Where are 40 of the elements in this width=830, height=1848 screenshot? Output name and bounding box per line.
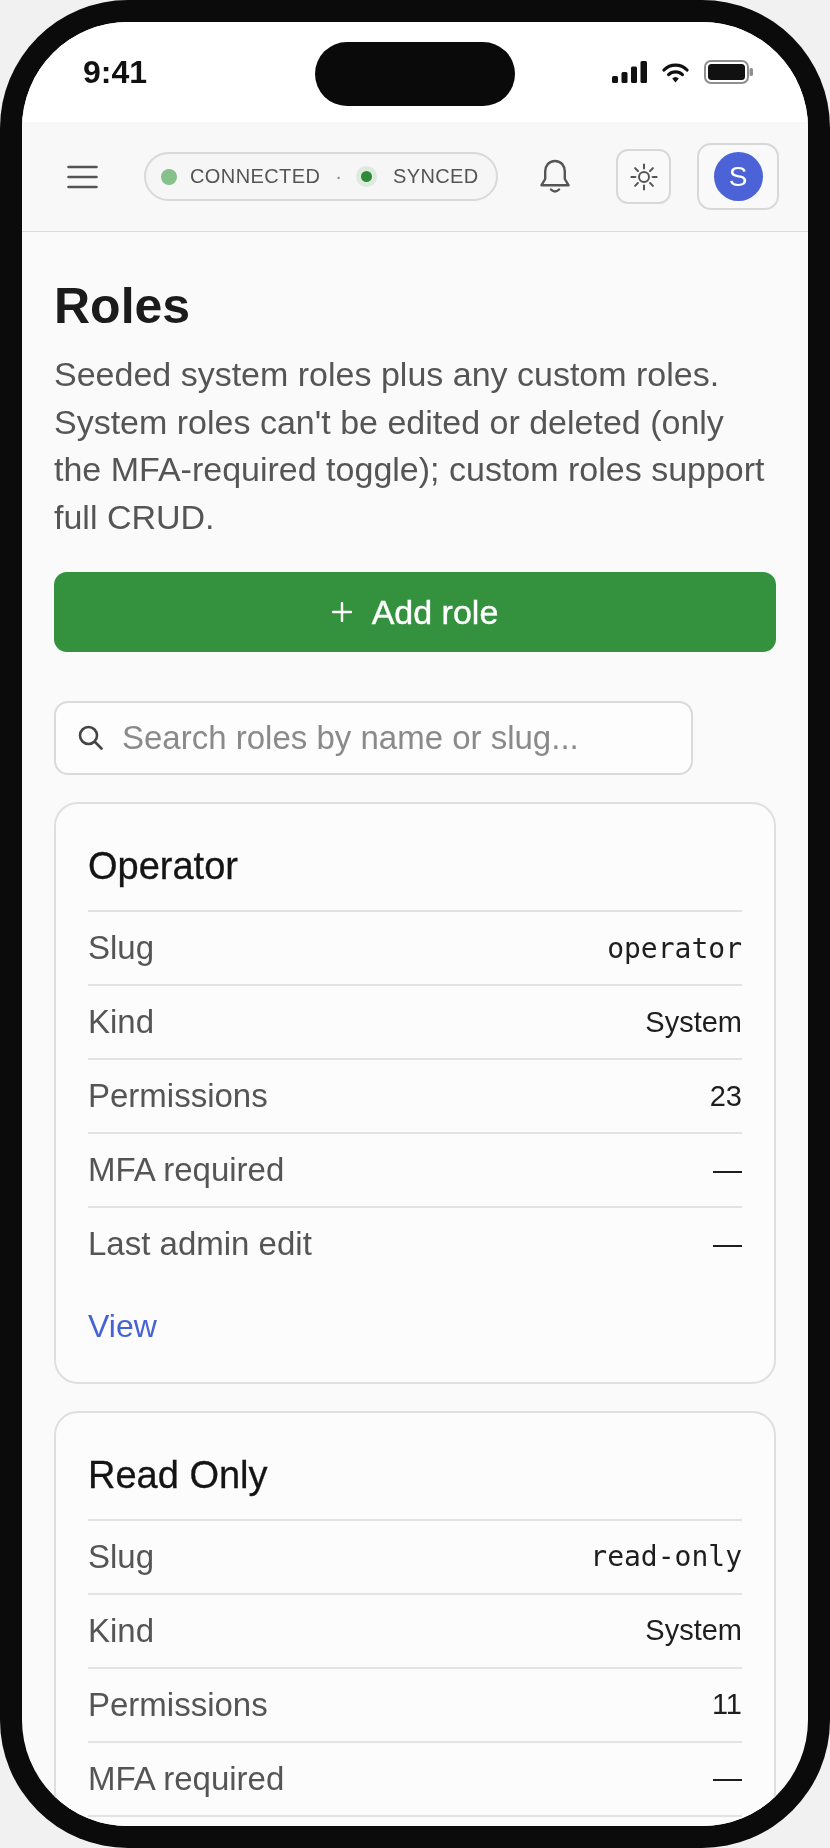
page-title: Roles [54, 277, 192, 336]
status-label: SYNCED [392, 165, 479, 188]
menu-icon[interactable] [67, 164, 98, 189]
role-name: Operator [88, 843, 742, 913]
field-value: System [645, 1005, 742, 1039]
view-link[interactable]: View [88, 1303, 157, 1351]
field-label: Kind [88, 1003, 155, 1042]
status-label: CONNECTED [190, 165, 321, 188]
user-avatar: S [713, 152, 763, 201]
field-value: read-only [590, 1540, 742, 1574]
page-description: Seeded system roles plus any custom roles. System roles can't be edited or deleted (only the MFA-required toggle); custom roles support full CRUD. [54, 354, 766, 538]
field-value: — [713, 1227, 742, 1261]
add-role-button[interactable]: Add role [54, 572, 776, 653]
field-label: Kind [88, 1611, 155, 1650]
field-value: System [645, 1614, 742, 1648]
field-label: Last admin edit [88, 1225, 312, 1264]
signal-icon [612, 61, 647, 83]
search-icon [78, 725, 103, 751]
role-name: Read Only [88, 1451, 742, 1521]
field-label: Permissions [88, 1685, 268, 1724]
plus-icon [331, 602, 352, 623]
sun-icon [629, 162, 658, 191]
field-label: Slug [88, 929, 155, 968]
field-value: 11 [711, 1688, 742, 1722]
bell-icon[interactable] [538, 158, 572, 195]
status-separator: · [335, 165, 342, 188]
account-button[interactable]: S [697, 143, 779, 210]
field-value: operator [607, 931, 742, 965]
status-time: 9:41 [83, 54, 148, 90]
field-label: Permissions [88, 1077, 268, 1116]
field-value: 23 [709, 1079, 742, 1113]
field-label: MFA required [88, 1759, 285, 1798]
theme-toggle-button[interactable] [616, 149, 671, 204]
battery-icon [704, 60, 753, 84]
search-field[interactable]: Search roles by name or slug... [54, 701, 693, 776]
wifi-icon [662, 61, 689, 83]
field-label: Slug [88, 1537, 155, 1576]
field-value: — [713, 1762, 742, 1796]
field-value: — [713, 1153, 742, 1187]
field-label: MFA required [88, 1151, 285, 1190]
